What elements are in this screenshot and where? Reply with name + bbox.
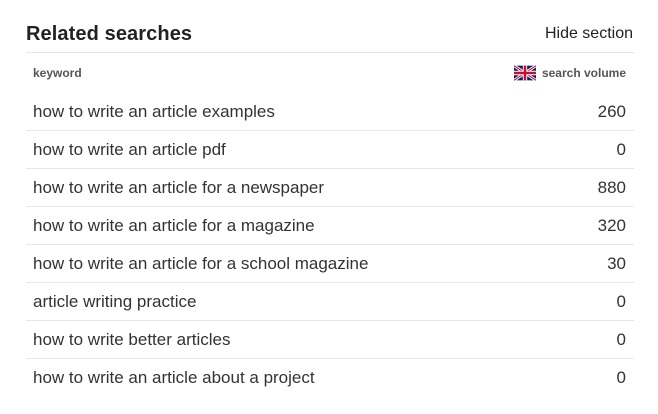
search-volume-value: 30 bbox=[607, 253, 626, 273]
keyword-row[interactable]: how to write an article for a school mag… bbox=[26, 245, 634, 283]
keyword-row[interactable]: how to write an article examples 260 bbox=[26, 93, 634, 131]
search-volume-value: 0 bbox=[616, 291, 626, 311]
keyword-row[interactable]: how to write an article pdf 0 bbox=[26, 131, 634, 169]
keyword-text: how to write an article pdf bbox=[33, 139, 226, 159]
keyword-text: how to write better articles bbox=[33, 329, 231, 349]
section-title: Related searches bbox=[26, 22, 193, 45]
hide-section-link[interactable]: Hide section bbox=[545, 25, 633, 43]
keyword-row[interactable]: how to write an article for a newspaper 8… bbox=[26, 169, 634, 207]
search-volume-value: 260 bbox=[597, 101, 626, 121]
table-header: keyword search volume bbox=[26, 53, 634, 93]
related-searches-panel: Related searches Hide section keyword se… bbox=[26, 16, 634, 396]
uk-flag-icon bbox=[513, 65, 536, 81]
volume-column-label: search volume bbox=[541, 66, 626, 80]
keyword-row[interactable]: how to write better articles 0 bbox=[26, 321, 634, 359]
keyword-text: how to write an article examples bbox=[33, 101, 275, 121]
search-volume-value: 320 bbox=[597, 215, 626, 235]
keyword-text: how to write an article about a project bbox=[33, 367, 315, 387]
search-volume-value: 880 bbox=[597, 177, 626, 197]
keyword-row[interactable]: article writing practice 0 bbox=[26, 283, 634, 321]
search-volume-value: 0 bbox=[616, 139, 626, 159]
keyword-text: how to write an article for a school mag… bbox=[33, 253, 369, 273]
keyword-text: how to write an article for a magazine bbox=[33, 215, 315, 235]
section-header: Related searches Hide section bbox=[26, 16, 634, 53]
keyword-row[interactable]: how to write an article about a project 0 bbox=[26, 359, 634, 396]
keyword-list: how to write an article examples 260 how t… bbox=[26, 93, 634, 396]
search-volume-value: 0 bbox=[616, 367, 626, 387]
search-volume-value: 0 bbox=[616, 329, 626, 349]
keyword-column-header: keyword bbox=[33, 66, 82, 80]
keyword-row[interactable]: how to write an article for a magazine 32… bbox=[26, 207, 634, 245]
keyword-text: how to write an article for a newspaper bbox=[33, 177, 325, 197]
volume-column-header: search volume bbox=[513, 65, 626, 81]
keyword-text: article writing practice bbox=[33, 291, 197, 311]
